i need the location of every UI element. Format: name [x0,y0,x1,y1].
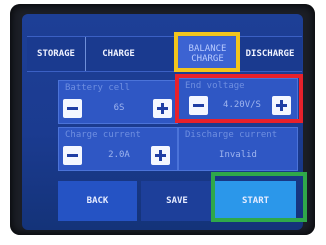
highlight-balance-charge [174,32,240,72]
battery-cell-panel: Battery cell 6S [58,80,178,124]
device-photo: STORAGE CHARGE BALANCE CHARGE DISCHARGE … [0,0,326,245]
charge-current-panel: Charge current 2.0A [58,127,178,171]
charge-current-increase-button[interactable] [151,146,170,165]
tab-storage[interactable]: STORAGE [27,37,85,71]
back-button[interactable]: BACK [58,181,137,221]
discharge-current-title: Discharge current [185,130,278,140]
mode-tabs: STORAGE CHARGE BALANCE CHARGE DISCHARGE [27,36,302,72]
highlight-end-voltage [175,74,303,123]
discharge-current-value: Invalid [219,150,257,160]
save-button[interactable]: SAVE [141,181,213,221]
charge-current-decrease-button[interactable] [63,146,82,165]
charge-current-value: 2.0A [108,150,130,160]
charge-current-title: Charge current [65,130,141,140]
battery-cell-value: 6S [113,103,125,113]
highlight-start [211,172,307,222]
battery-cell-title: Battery cell [65,83,131,93]
tab-charge[interactable]: CHARGE [85,37,151,71]
battery-cell-decrease-button[interactable] [63,99,82,118]
battery-cell-increase-button[interactable] [153,99,172,118]
discharge-current-panel: Discharge current Invalid [178,127,298,171]
tab-discharge[interactable]: DISCHARGE [238,37,302,71]
